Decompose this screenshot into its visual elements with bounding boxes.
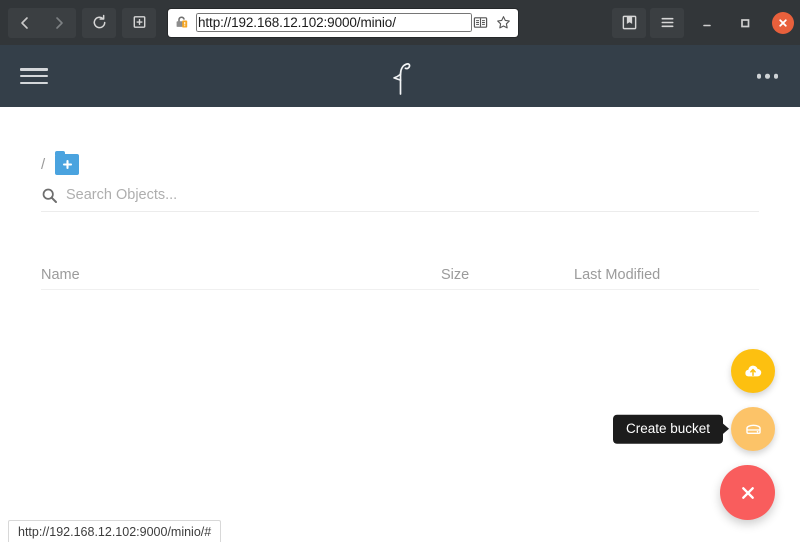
minimize-button[interactable]: [692, 8, 722, 38]
close-window-button[interactable]: [772, 11, 794, 34]
create-bucket-action-row: Create bucket: [612, 407, 775, 451]
reload-button[interactable]: [82, 7, 116, 38]
create-bucket-button[interactable]: [731, 407, 775, 451]
maximize-icon: [741, 18, 750, 27]
page-add-icon: [133, 16, 145, 28]
reload-icon: [93, 14, 105, 29]
star-outline-icon[interactable]: [495, 15, 511, 31]
status-bar-url: http://192.168.12.102:9000/minio/#: [18, 524, 212, 539]
browser-menu-button[interactable]: [650, 7, 684, 38]
minimize-icon: [703, 24, 711, 26]
close-x-icon: [741, 486, 754, 499]
chevron-right-icon: [56, 16, 63, 29]
window-controls: [612, 0, 794, 45]
dot: [756, 73, 761, 79]
close-actions-button[interactable]: [720, 465, 775, 520]
upload-file-button[interactable]: [731, 349, 775, 393]
back-button[interactable]: [8, 7, 42, 38]
search-icon: [41, 187, 58, 204]
breadcrumb: /: [41, 107, 759, 175]
hamburger-menu-icon: [661, 17, 673, 28]
floating-action-stack: Create bucket: [612, 349, 775, 520]
object-table-header: Name Size Last Modified: [41, 264, 759, 290]
link-status-bar: http://192.168.12.102:9000/minio/#: [8, 520, 222, 542]
minio-stork-logo: [383, 56, 417, 96]
sidebar-toggle-button[interactable]: [20, 65, 48, 87]
search-bar[interactable]: [41, 183, 759, 212]
address-bar[interactable]: [168, 8, 518, 37]
hamburger-bar: [20, 74, 48, 78]
dot: [765, 73, 770, 79]
object-browser: / Name Size Last Modified: [0, 107, 800, 542]
close-icon: [779, 18, 787, 27]
library-bookmark-icon: [622, 15, 636, 30]
navigation-buttons: [8, 7, 156, 38]
insecure-unlocked-icon[interactable]: [174, 14, 191, 31]
reader-view-icon[interactable]: [472, 15, 488, 31]
upload-action-row: [731, 349, 775, 393]
hard-drive-bucket-icon: [745, 424, 761, 434]
maximize-button[interactable]: [730, 8, 760, 38]
folder-plus-icon[interactable]: [55, 150, 80, 175]
home-button[interactable]: [122, 7, 156, 38]
app-header: [0, 45, 800, 107]
column-header-name[interactable]: Name: [41, 267, 441, 283]
hamburger-bar: [20, 68, 48, 71]
dot: [773, 73, 778, 79]
forward-button[interactable]: [42, 7, 76, 38]
browser-toolbar: [0, 0, 800, 45]
main-action-row: [720, 465, 775, 520]
address-bar-actions: [472, 15, 511, 31]
hamburger-bar: [20, 81, 48, 84]
library-button[interactable]: [612, 7, 646, 38]
column-header-size[interactable]: Size: [441, 267, 574, 283]
chevron-left-icon: [21, 16, 28, 29]
overflow-dots-icon[interactable]: [756, 73, 778, 79]
cloud-upload-icon: [745, 365, 762, 377]
column-header-last-modified[interactable]: Last Modified: [574, 267, 759, 283]
url-input[interactable]: [196, 13, 472, 32]
breadcrumb-root[interactable]: /: [41, 157, 45, 172]
search-input[interactable]: [66, 187, 759, 203]
create-bucket-tooltip: Create bucket: [612, 414, 723, 444]
